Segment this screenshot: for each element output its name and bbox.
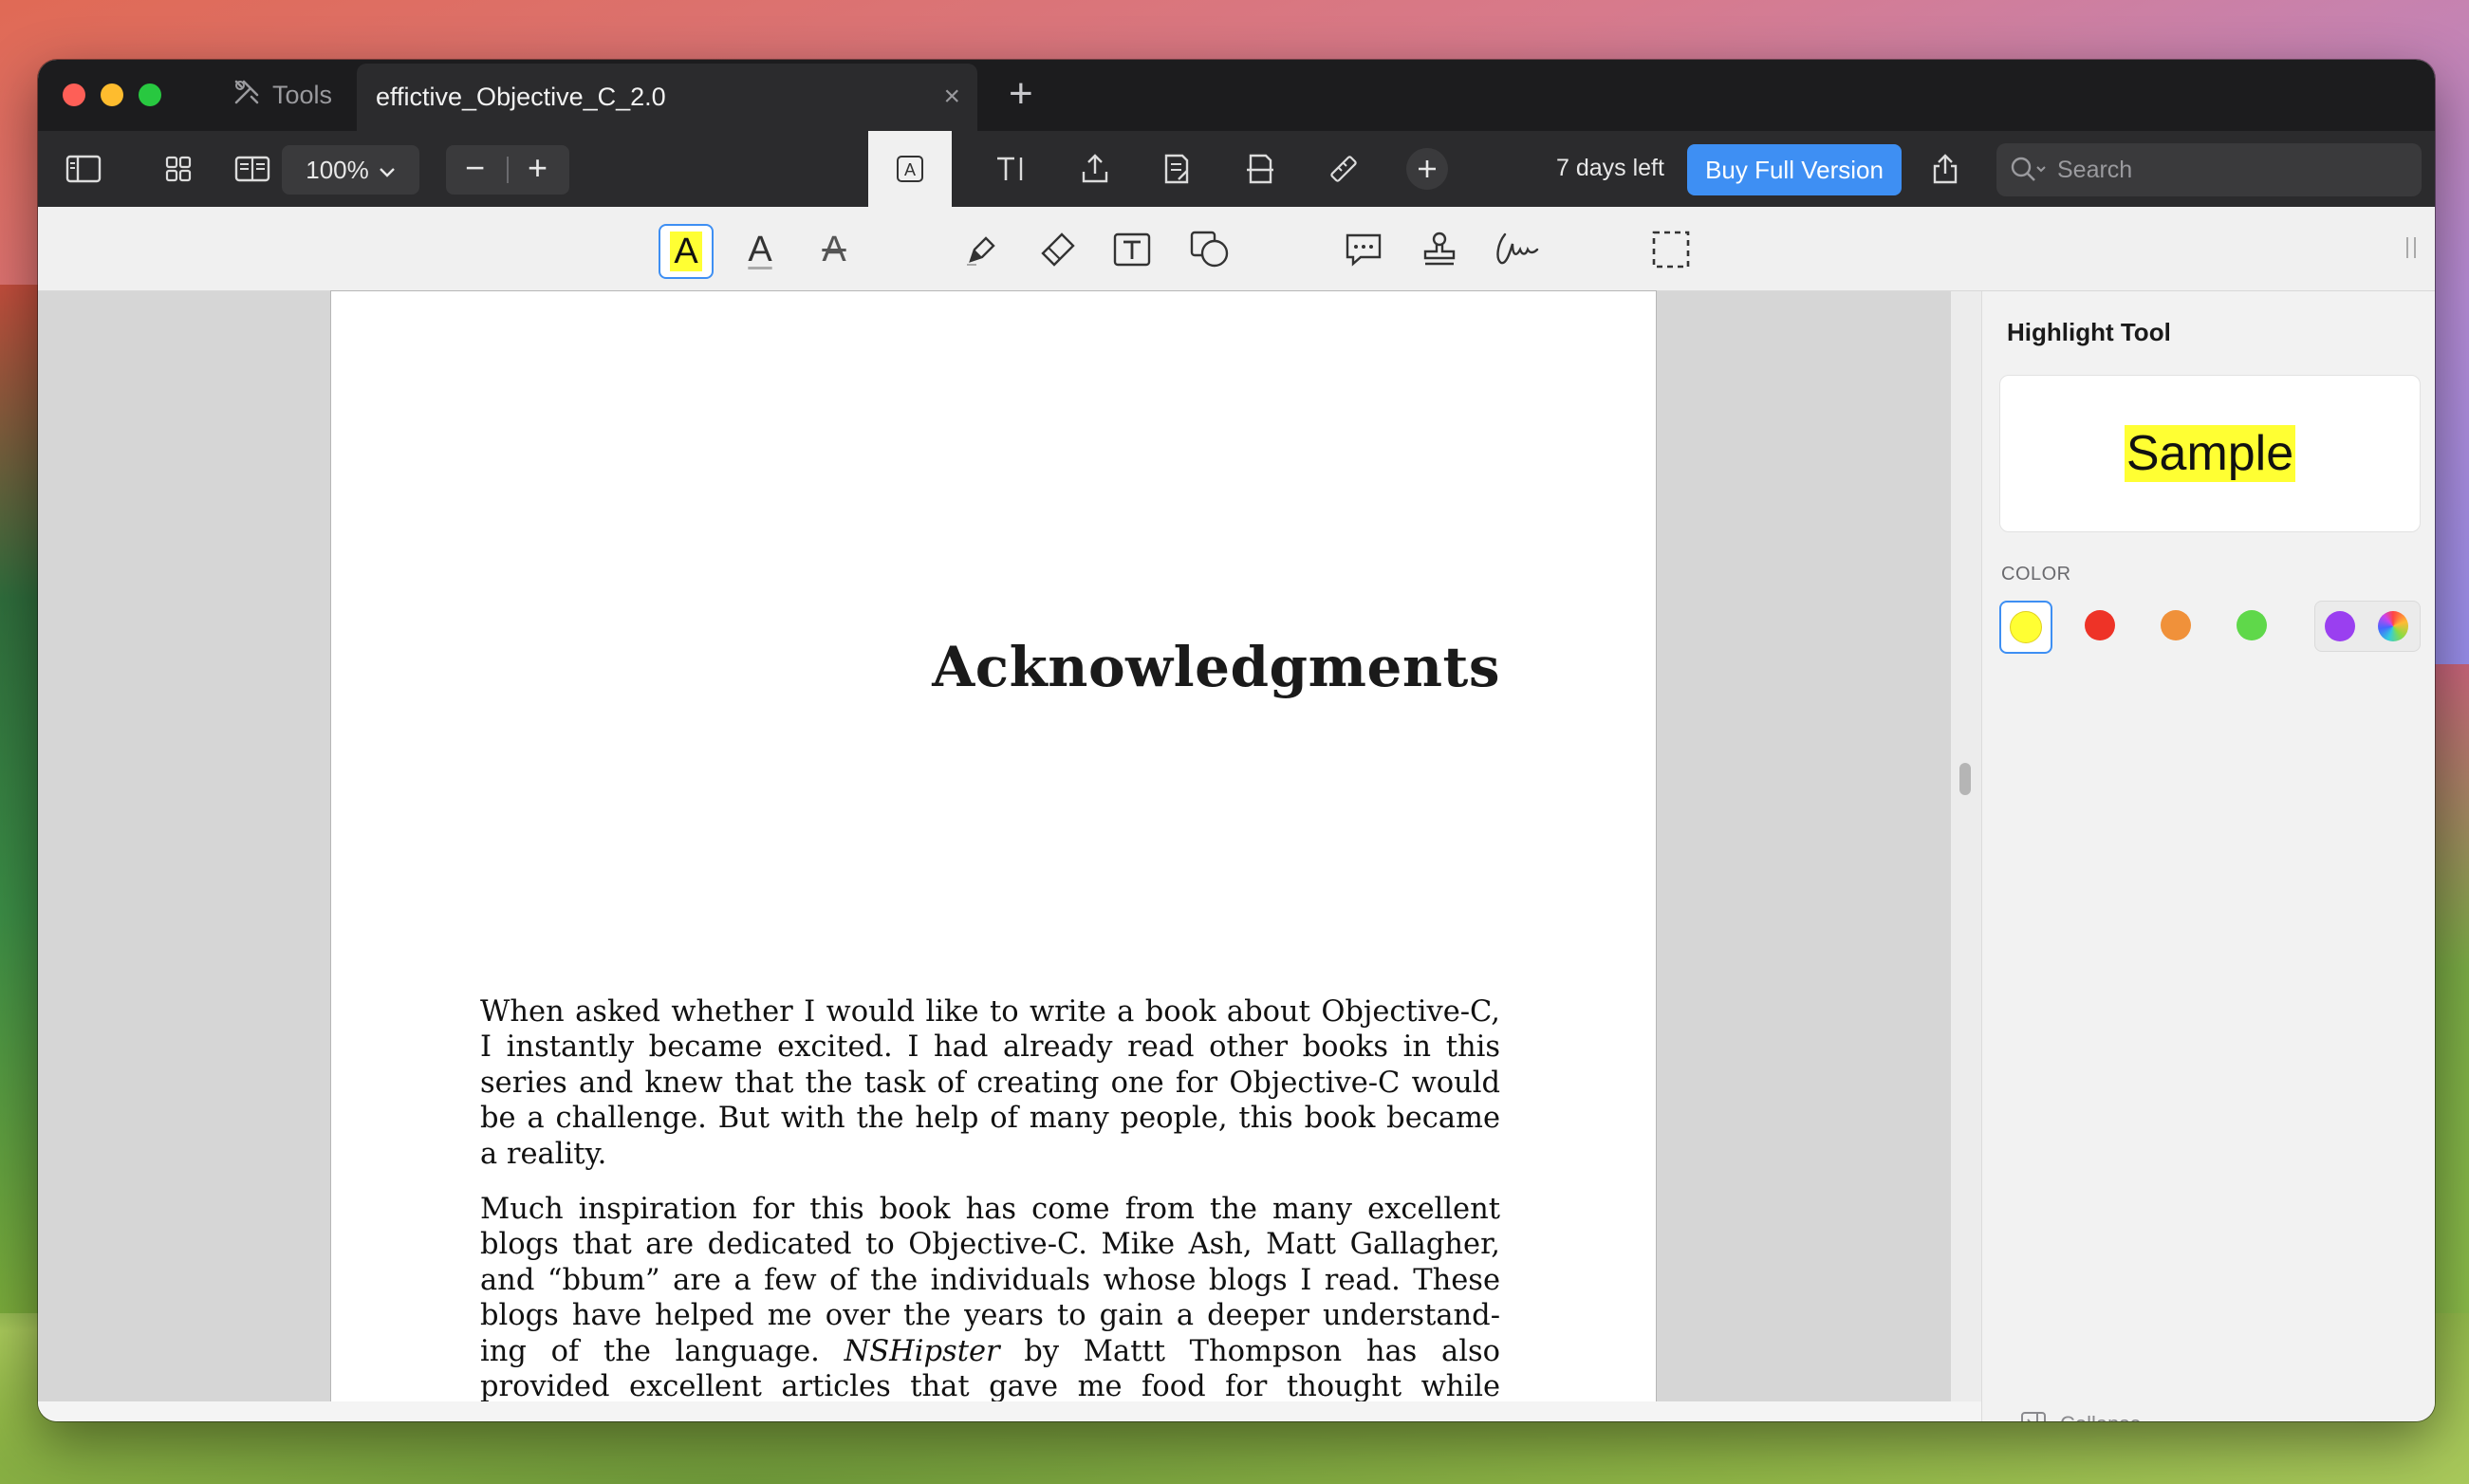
pen-icon (967, 236, 995, 266)
tab-document[interactable]: effictive_Objective_C_2.0 × (357, 64, 977, 131)
tools-icon (232, 78, 261, 113)
red-dot (2085, 610, 2115, 640)
highlight-preview: Sample (1999, 375, 2421, 532)
stamp-icon (1423, 232, 1456, 266)
color-picker-icon[interactable] (2378, 611, 2408, 641)
comment-tool-button[interactable] (1338, 224, 1389, 275)
annotation-toolbar: A A A (38, 207, 2435, 291)
green-dot (2237, 610, 2267, 640)
status-strip (38, 1401, 1981, 1421)
underline-tool-icon: A (748, 229, 772, 269)
sample-text: Sample (2124, 425, 2296, 482)
search-input[interactable]: Search (1996, 143, 2422, 196)
zoom-divider (507, 157, 509, 183)
app-window: Tools effictive_Objective_C_2.0 × + 100%… (38, 60, 2435, 1421)
highlight-tool-icon: A (670, 232, 702, 271)
underline-tool-button[interactable]: A (734, 224, 786, 275)
strikethrough-tool-icon: A (822, 229, 846, 269)
sidebar-toggle-icon[interactable] (65, 150, 102, 188)
search-placeholder: Search (2057, 156, 2133, 183)
paragraph-1: When asked whether I would like to write… (480, 994, 1500, 1171)
shape-tool-button[interactable] (1184, 224, 1235, 275)
trial-days-left: 7 days left (1556, 155, 1664, 181)
zoom-stepper: − + (446, 145, 569, 195)
paragraph-2-italic: NSHipster (844, 1334, 1000, 1368)
color-label: COLOR (2001, 564, 2071, 584)
zoom-in-button[interactable]: + (528, 149, 548, 187)
text-box-icon (1113, 232, 1151, 267)
zoom-level: 100% (306, 155, 369, 184)
pen-tool-button[interactable] (956, 224, 1008, 275)
title-bar: Tools effictive_Objective_C_2.0 × + (38, 60, 2435, 131)
signature-icon (1496, 232, 1539, 265)
selection-icon (1652, 231, 1690, 269)
color-swatch-yellow[interactable] (1999, 601, 2052, 654)
stamp-tool-button[interactable] (1414, 224, 1465, 275)
annotate-icon: A (891, 150, 929, 188)
zoom-select[interactable]: 100% (282, 145, 419, 195)
close-window-button[interactable] (63, 83, 85, 106)
inspector-panel: Highlight Tool Sample COLOR Collapse (1981, 291, 2435, 1421)
chevron-down-icon (379, 156, 396, 185)
color-swatch-purple[interactable] (2325, 611, 2355, 641)
main-toolbar: 100% − + A 7 days left Buy Full Version … (38, 131, 2435, 207)
page-title: Acknowledgments (932, 635, 1500, 699)
purple-dot (2325, 611, 2355, 641)
custom-color-group (2314, 601, 2421, 652)
svg-text:A: A (904, 160, 916, 179)
minimize-window-button[interactable] (101, 83, 123, 106)
annotate-mode-tab[interactable]: A (868, 131, 952, 207)
pdf-page[interactable]: Acknowledgments When asked whether I wou… (331, 291, 1656, 1421)
measure-icon[interactable] (1325, 150, 1363, 188)
signature-tool-button[interactable] (1490, 224, 1541, 275)
search-icon (2010, 156, 2048, 184)
color-wheel-dot (2378, 611, 2408, 641)
redact-icon[interactable] (1241, 150, 1279, 188)
tab-close-icon[interactable]: × (943, 83, 960, 111)
collapse-icon (2021, 1412, 2046, 1421)
text-box-tool-button[interactable] (1106, 224, 1158, 275)
two-page-view-icon[interactable] (233, 150, 271, 188)
document-viewer[interactable]: Acknowledgments When asked whether I wou… (38, 291, 1971, 1421)
add-tab-button[interactable]: + (1009, 73, 1033, 115)
zoom-window-button[interactable] (139, 83, 161, 106)
inspector-title: Highlight Tool (2007, 318, 2171, 346)
tab-document-title: effictive_Objective_C_2.0 (376, 83, 666, 111)
toolbar-grip-handle[interactable] (2406, 237, 2416, 258)
vertical-scrollbar[interactable] (1959, 763, 1971, 795)
orange-dot (2161, 610, 2191, 640)
paragraph-2: Much inspiration for this book has come … (480, 1192, 1500, 1422)
share-icon[interactable] (1926, 150, 1964, 188)
eraser-tool-button[interactable] (1032, 224, 1084, 275)
tab-tools[interactable]: Tools (232, 60, 332, 131)
highlight-tool-button[interactable]: A (659, 224, 714, 279)
text-edit-icon[interactable] (992, 150, 1030, 188)
comment-icon (1346, 233, 1382, 267)
color-swatch-orange[interactable] (2151, 601, 2200, 650)
eraser-icon (1041, 232, 1075, 267)
yellow-dot (2010, 611, 2042, 643)
add-tool-button[interactable] (1406, 148, 1448, 190)
collapse-label: Collapse (2060, 1412, 2142, 1421)
shape-icon (1190, 231, 1229, 268)
form-edit-icon[interactable] (1158, 150, 1196, 188)
color-swatch-green[interactable] (2227, 601, 2276, 650)
strikethrough-tool-button[interactable]: A (808, 224, 860, 275)
color-swatch-red[interactable] (2075, 601, 2125, 650)
tab-tools-label: Tools (272, 81, 333, 109)
selection-tool-button[interactable] (1645, 224, 1697, 275)
export-icon[interactable] (1076, 150, 1114, 188)
grid-view-icon[interactable] (159, 150, 197, 188)
buy-full-version-button[interactable]: Buy Full Version (1687, 144, 1902, 195)
zoom-out-button[interactable]: − (465, 149, 485, 187)
collapse-button[interactable]: Collapse (2020, 1411, 2142, 1421)
